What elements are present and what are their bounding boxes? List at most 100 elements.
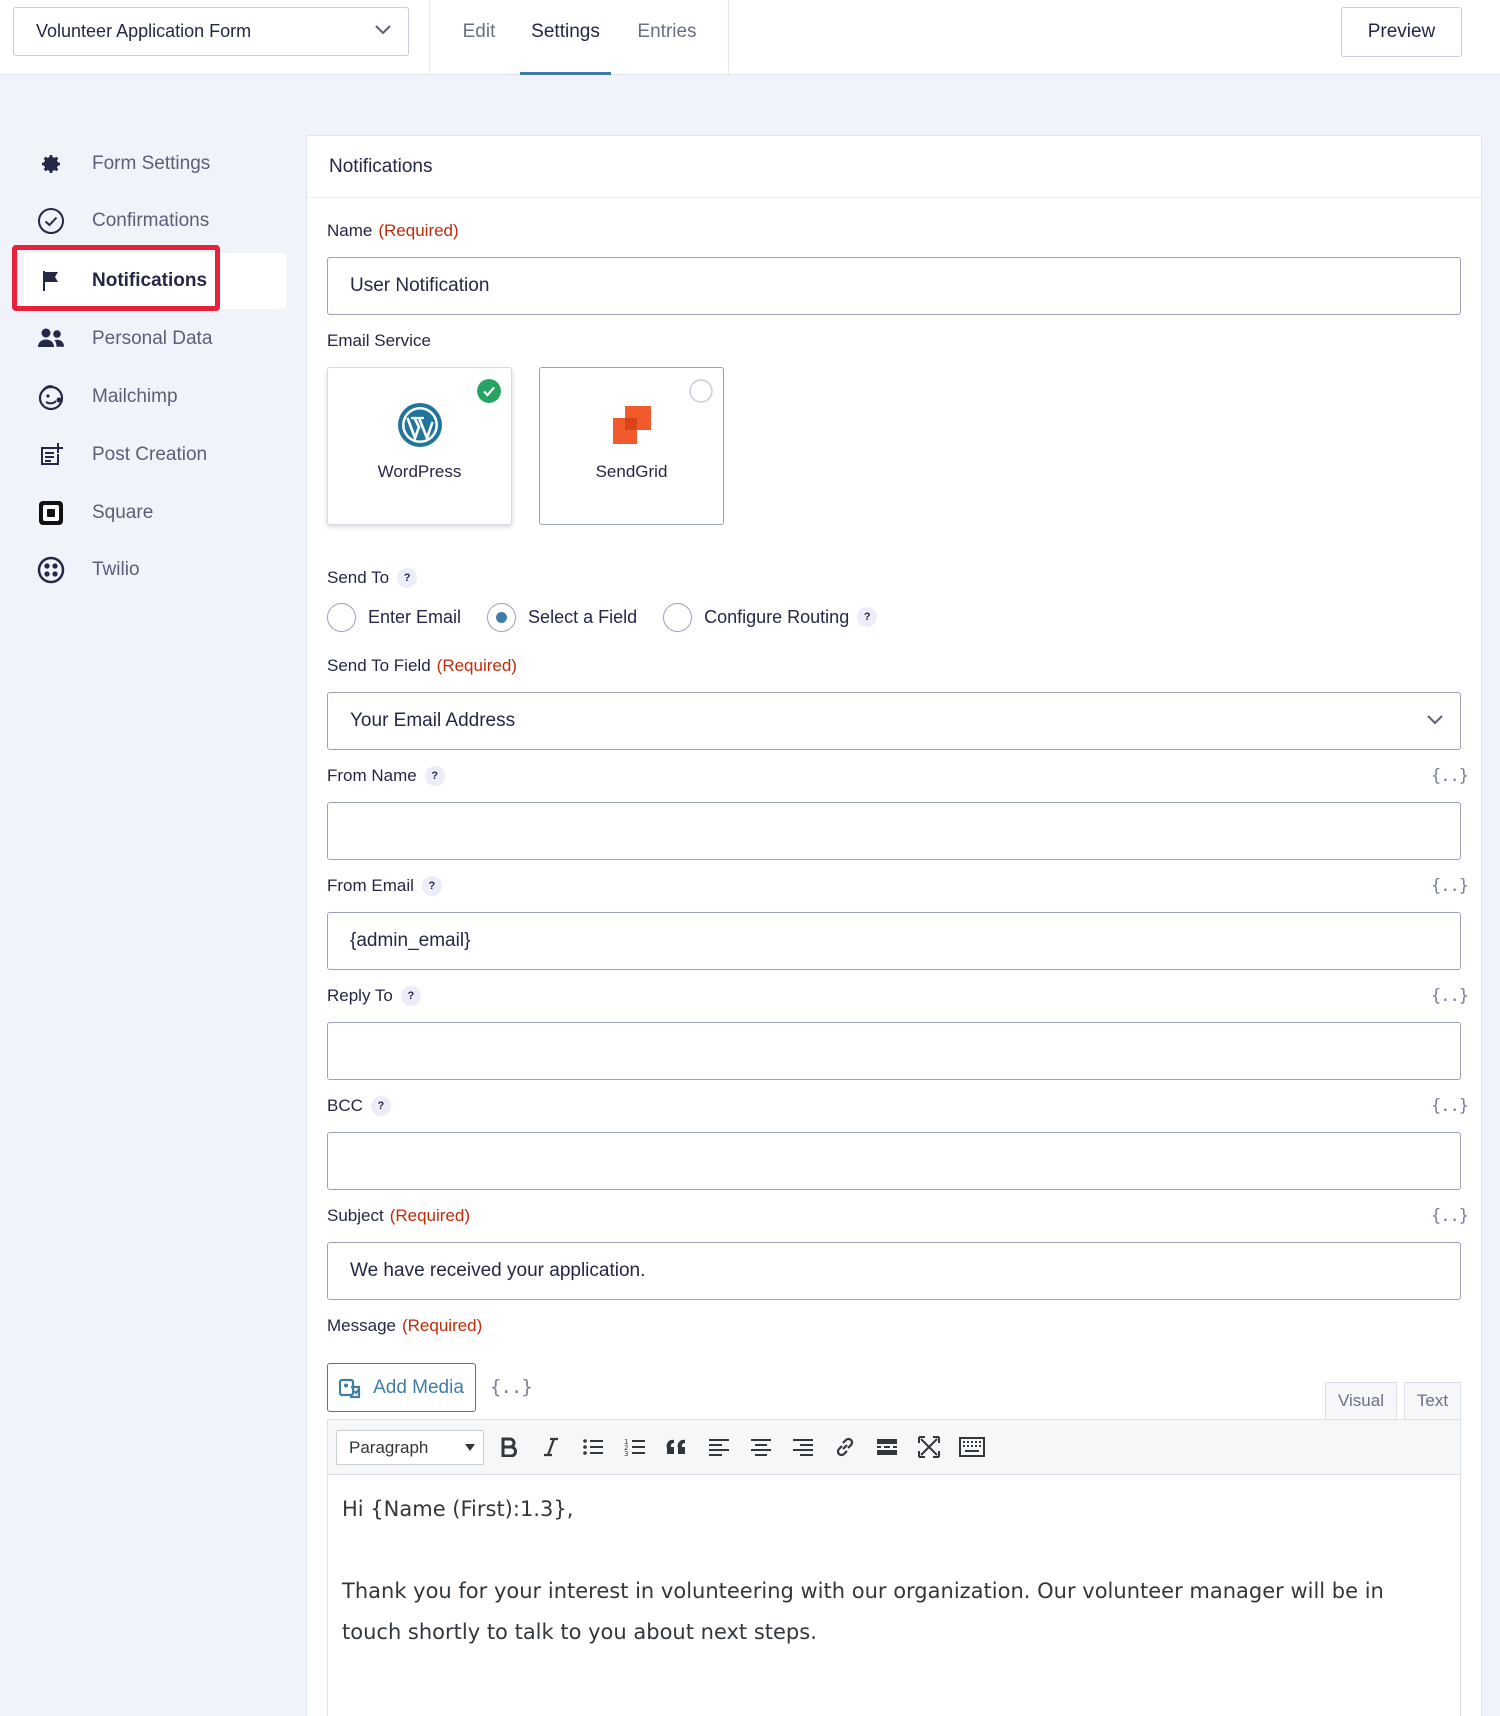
message-label: Message (Required) xyxy=(327,1316,483,1335)
sidebar-item-square[interactable]: Square xyxy=(24,485,286,541)
users-icon xyxy=(36,324,66,354)
subject-field[interactable]: We have received your application. xyxy=(327,1242,1461,1300)
sidebar-item-label: Mailchimp xyxy=(92,386,178,407)
panel-title: Notifications xyxy=(307,136,1481,198)
sidebar-item-notifications[interactable]: Notifications xyxy=(24,253,286,309)
divider xyxy=(429,0,430,75)
tab-entries[interactable]: Entries xyxy=(628,0,706,75)
preview-button[interactable]: Preview xyxy=(1341,7,1462,57)
check-icon xyxy=(477,379,501,403)
gear-icon xyxy=(36,149,66,179)
merge-tag-icon[interactable]: {..} xyxy=(1431,986,1469,1006)
tab-settings[interactable]: Settings xyxy=(520,0,611,75)
send-to-label: Send To? xyxy=(327,568,418,588)
post-add-icon xyxy=(36,440,66,470)
message-editor[interactable]: Hi {Name (First):1.3}, Thank you for you… xyxy=(327,1474,1461,1716)
sidebar-item-post-creation[interactable]: Post Creation xyxy=(24,427,286,483)
reply-to-field[interactable] xyxy=(327,1022,1461,1080)
merge-tag-icon[interactable]: {..} xyxy=(1431,766,1469,786)
from-email-field[interactable]: {admin_email} xyxy=(327,912,1461,970)
service-name: SendGrid xyxy=(595,462,668,481)
sidebar-item-label: Notifications xyxy=(92,270,208,291)
tab-edit[interactable]: Edit xyxy=(452,0,506,75)
add-media-button[interactable]: Add Media xyxy=(327,1363,476,1412)
email-service-wordpress[interactable]: WordPress xyxy=(327,367,512,525)
sidebar-item-label: Square xyxy=(92,502,154,523)
send-to-configure-routing-radio[interactable]: Configure Routing ? xyxy=(663,602,878,632)
help-icon[interactable]: ? xyxy=(857,607,878,627)
numbered-list-icon[interactable]: 123 xyxy=(620,1432,650,1462)
reply-to-label: Reply To? xyxy=(327,986,421,1006)
bcc-label: BCC? xyxy=(327,1096,391,1116)
sidebar-item-mailchimp[interactable]: Mailchimp xyxy=(24,369,286,425)
top-bar: Volunteer Application Form Edit Settings… xyxy=(0,0,1500,75)
link-icon[interactable] xyxy=(830,1432,860,1462)
send-to-field-select[interactable]: Your Email Address xyxy=(327,692,1461,750)
twilio-icon xyxy=(36,555,66,585)
caret-down-icon xyxy=(465,1444,475,1451)
sidebar-item-confirmations[interactable]: Confirmations xyxy=(24,193,286,249)
send-to-options: Enter Email Select a Field Configure Rou… xyxy=(327,601,878,633)
bcc-field[interactable] xyxy=(327,1132,1461,1190)
sidebar-item-label: Form Settings xyxy=(92,153,211,174)
editor-toolbar: Paragraph 123 xyxy=(327,1419,1461,1475)
read-more-icon[interactable] xyxy=(872,1432,902,1462)
form-selector[interactable]: Volunteer Application Form xyxy=(13,7,409,56)
sidebar-item-form-settings[interactable]: Form Settings xyxy=(24,136,286,192)
email-service-label: Email Service xyxy=(327,331,431,350)
merge-tag-icon[interactable]: {..} xyxy=(490,1376,533,1398)
help-icon[interactable]: ? xyxy=(400,986,421,1006)
name-label: Name (Required) xyxy=(327,221,459,240)
send-to-select-field-radio[interactable]: Select a Field xyxy=(487,602,637,632)
square-icon xyxy=(36,498,66,528)
send-to-enter-email-radio[interactable]: Enter Email xyxy=(327,602,461,632)
sidebar-item-twilio[interactable]: Twilio xyxy=(24,542,286,598)
from-email-label: From Email? xyxy=(327,876,442,896)
align-right-icon[interactable] xyxy=(788,1432,818,1462)
sendgrid-logo-icon xyxy=(612,402,652,448)
email-service-sendgrid[interactable]: SendGrid xyxy=(539,367,724,525)
merge-tag-icon[interactable]: {..} xyxy=(1431,1206,1469,1226)
tab-text[interactable]: Text xyxy=(1404,1382,1461,1419)
italic-icon[interactable] xyxy=(536,1432,566,1462)
service-name: WordPress xyxy=(377,462,462,481)
flag-icon xyxy=(36,266,66,296)
sidebar-item-label: Personal Data xyxy=(92,328,213,349)
name-field[interactable]: User Notification xyxy=(327,257,1461,315)
align-left-icon[interactable] xyxy=(704,1432,734,1462)
chevron-down-icon xyxy=(375,25,391,35)
radio-circle xyxy=(327,602,356,632)
fullscreen-icon[interactable] xyxy=(914,1432,944,1462)
help-icon[interactable]: ? xyxy=(397,568,418,588)
radio-circle xyxy=(663,602,693,632)
help-icon[interactable]: ? xyxy=(424,766,445,786)
bullet-list-icon[interactable] xyxy=(578,1432,608,1462)
send-to-field-label: Send To Field (Required) xyxy=(327,656,517,675)
subject-value: We have received your application. xyxy=(350,1260,646,1281)
chevron-down-icon xyxy=(1427,715,1443,725)
bold-icon[interactable] xyxy=(494,1432,524,1462)
message-line: Hi {Name (First):1.3}, xyxy=(342,1497,574,1521)
sidebar-item-label: Confirmations xyxy=(92,210,210,231)
check-circle-icon xyxy=(36,206,66,236)
from-email-value: {admin_email} xyxy=(350,930,471,951)
from-name-field[interactable] xyxy=(327,802,1461,860)
sidebar-item-label: Post Creation xyxy=(92,444,208,465)
merge-tag-icon[interactable]: {..} xyxy=(1431,1096,1469,1116)
help-icon[interactable]: ? xyxy=(421,876,442,896)
help-icon[interactable]: ? xyxy=(370,1096,391,1116)
toolbar-toggle-icon[interactable] xyxy=(956,1432,988,1462)
blockquote-icon[interactable] xyxy=(662,1432,692,1462)
format-select[interactable]: Paragraph xyxy=(336,1430,484,1465)
align-center-icon[interactable] xyxy=(746,1432,776,1462)
send-to-field-value: Your Email Address xyxy=(350,710,516,731)
svg-text:3: 3 xyxy=(624,1450,628,1457)
sidebar-item-personal-data[interactable]: Personal Data xyxy=(24,311,286,367)
form-selector-label: Volunteer Application Form xyxy=(36,21,252,41)
tab-visual[interactable]: Visual xyxy=(1325,1382,1397,1420)
mailchimp-icon xyxy=(36,382,66,412)
message-line: Thank you for your interest in volunteer… xyxy=(342,1579,1384,1644)
merge-tag-icon[interactable]: {..} xyxy=(1431,876,1469,896)
media-icon xyxy=(339,1377,363,1399)
radio-empty-icon xyxy=(689,379,713,403)
